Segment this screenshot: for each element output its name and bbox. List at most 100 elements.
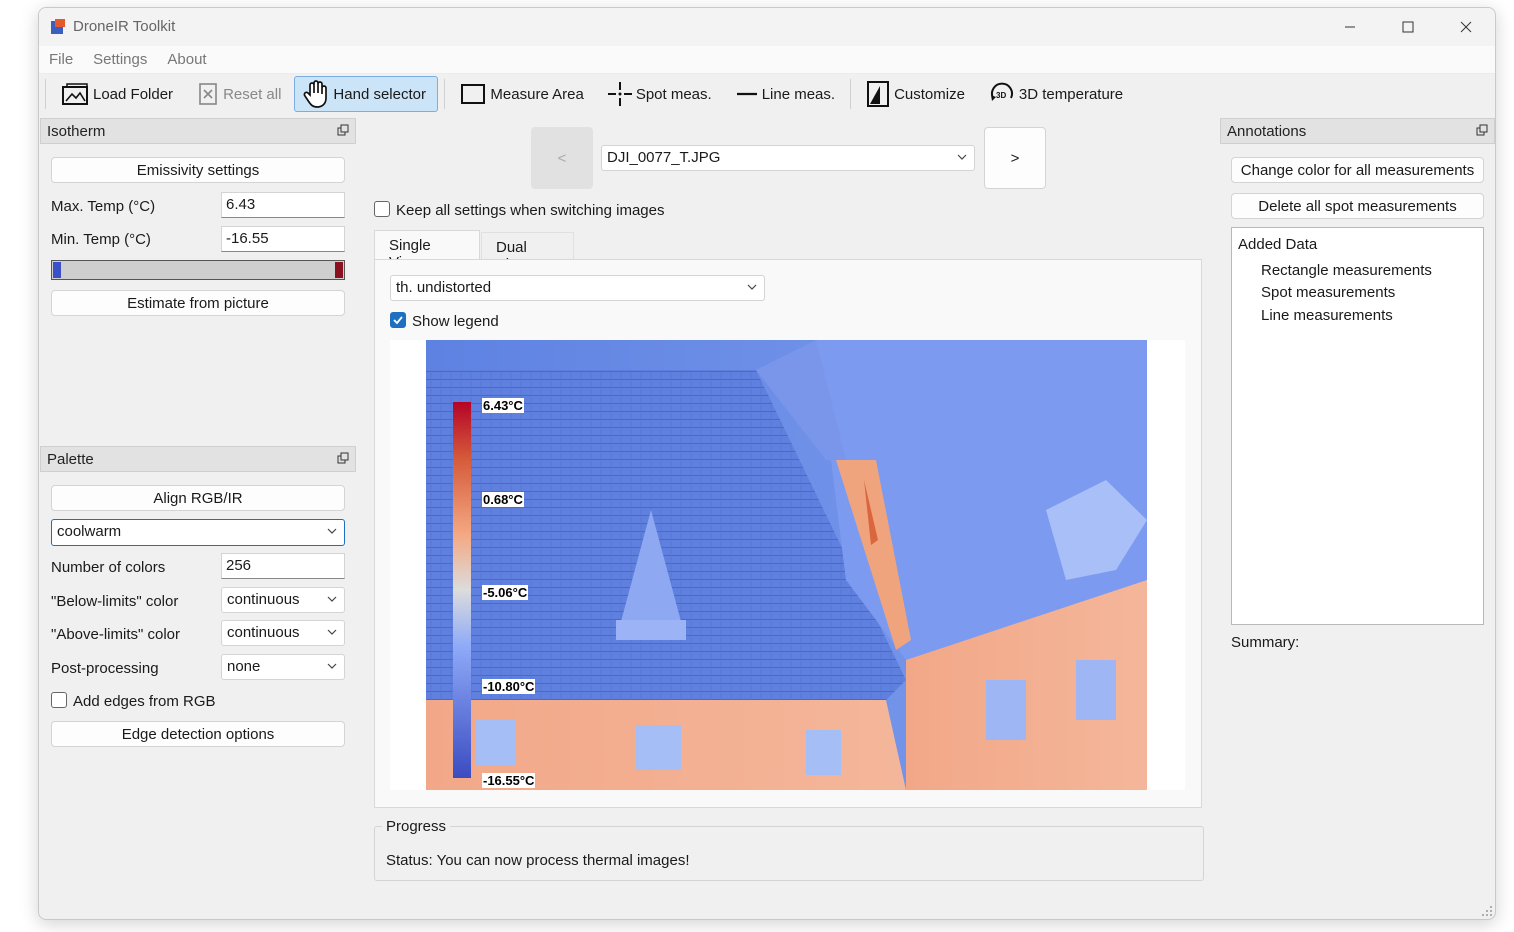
above-limits-label: "Above-limits" color (51, 626, 181, 643)
number-of-colors-input[interactable]: 256 (221, 553, 345, 579)
above-limits-value: continuous (227, 624, 300, 641)
delete-spots-button[interactable]: Delete all spot measurements (1231, 193, 1484, 219)
temp-3d-button[interactable]: 3D 3D temperature (980, 76, 1132, 112)
rotate-3d-icon: 3D (990, 82, 1013, 101)
max-slider-handle[interactable] (335, 262, 343, 278)
toolbar-grip (45, 79, 46, 109)
reset-all-button[interactable]: Reset all (188, 76, 290, 112)
change-color-button[interactable]: Change color for all measurements (1231, 157, 1484, 183)
annotations-dock-title[interactable]: Annotations (1220, 118, 1495, 144)
menu-settings[interactable]: Settings (93, 51, 147, 68)
isotherm-range-slider[interactable] (51, 260, 345, 280)
tab-single-view[interactable]: Single View (374, 230, 480, 271)
view-mode-value: th. undistorted (396, 279, 492, 296)
chevron-down-icon (327, 663, 337, 669)
palette-dock-title[interactable]: Palette (40, 446, 356, 472)
minimize-button[interactable] (1321, 8, 1379, 46)
summary-label: Summary: (1231, 634, 1300, 651)
view-mode-select[interactable]: th. undistorted (390, 275, 765, 301)
line-icon (736, 92, 757, 96)
image-viewer[interactable]: 6.43°C 0.68°C -5.06°C -10.80°C -16.55°C (390, 340, 1185, 790)
annotations-title: Annotations (1227, 123, 1307, 140)
keep-settings-checkbox[interactable] (374, 201, 390, 217)
tree-item-rectangle[interactable]: Rectangle measurements (1261, 262, 1432, 279)
load-folder-button[interactable]: Load Folder (52, 76, 182, 112)
toolbar-separator (444, 79, 446, 109)
reset-icon (199, 83, 217, 105)
previous-image-button[interactable]: < (531, 127, 593, 189)
customize-label: Customize (894, 85, 965, 103)
progress-title: Progress (382, 818, 451, 835)
add-edges-checkbox[interactable] (51, 692, 67, 708)
window-title: DroneIR Toolkit (73, 18, 176, 35)
app-window: DroneIR Toolkit File Settings About Load… (38, 7, 1496, 920)
chevron-down-icon (327, 528, 337, 534)
menu-file[interactable]: File (49, 51, 73, 68)
tab-dual-view[interactable]: Dual View (481, 232, 574, 273)
resize-grip-icon[interactable] (1481, 905, 1493, 917)
post-processing-value: none (227, 658, 261, 675)
float-dock-icon[interactable] (1476, 124, 1488, 136)
next-image-button[interactable]: > (984, 127, 1046, 189)
float-dock-icon[interactable] (337, 452, 349, 464)
legend-label: 0.68°C (482, 492, 524, 507)
close-button[interactable] (1437, 8, 1495, 46)
tree-item-line[interactable]: Line measurements (1261, 307, 1393, 324)
keep-settings-label: Keep all settings when switching images (396, 202, 665, 219)
image-file-select[interactable]: DJI_0077_T.JPG (601, 145, 975, 171)
below-limits-select[interactable]: continuous (221, 587, 345, 613)
palette-title: Palette (47, 451, 94, 468)
isotherm-dock-title[interactable]: Isotherm (40, 118, 356, 144)
temp-3d-label: 3D temperature (1018, 85, 1124, 103)
image-folder-icon (62, 83, 88, 105)
maximize-icon (1402, 21, 1414, 33)
edge-detection-options-button[interactable]: Edge detection options (51, 721, 345, 747)
add-edges-label: Add edges from RGB (73, 693, 216, 710)
align-rgb-ir-button[interactable]: Align RGB/IR (51, 485, 345, 511)
colormap-select[interactable]: coolwarm (51, 519, 345, 546)
minimize-icon (1345, 26, 1355, 28)
below-limits-label: "Below-limits" color (51, 593, 179, 610)
measure-area-button[interactable]: Measure Area (451, 76, 592, 112)
min-slider-handle[interactable] (53, 262, 61, 278)
hand-selector-button[interactable]: Hand selector (294, 76, 439, 112)
toolbar: Load Folder Reset all Hand selector Meas… (39, 74, 1495, 114)
legend-label-min: -16.55°C (482, 773, 536, 788)
line-meas-button[interactable]: Line meas. (727, 76, 844, 112)
chevron-down-icon (327, 596, 337, 602)
maximize-button[interactable] (1379, 8, 1437, 46)
menu-about[interactable]: About (167, 51, 206, 68)
isotherm-title: Isotherm (47, 123, 106, 140)
post-processing-select[interactable]: none (221, 654, 345, 680)
customize-button[interactable]: Customize (857, 76, 974, 112)
title-bar: DroneIR Toolkit (39, 8, 1495, 46)
tree-item-spot[interactable]: Spot measurements (1261, 284, 1395, 301)
thermal-image[interactable] (426, 340, 1147, 790)
chevron-down-icon (957, 154, 967, 160)
spot-meas-button[interactable]: Spot meas. (599, 76, 721, 112)
load-folder-label: Load Folder (93, 85, 174, 103)
chevron-down-icon (327, 629, 337, 635)
crosshair-icon (607, 82, 632, 106)
max-temp-input[interactable]: 6.43 (221, 192, 345, 218)
emissivity-settings-button[interactable]: Emissivity settings (51, 157, 345, 183)
annotations-tree[interactable]: Added Data Rectangle measurements Spot m… (1231, 227, 1484, 625)
reset-all-label: Reset all (223, 85, 282, 103)
show-legend-checkbox[interactable] (390, 312, 406, 328)
estimate-from-picture-button[interactable]: Estimate from picture (51, 290, 345, 316)
max-temp-label: Max. Temp (°C) (51, 198, 156, 215)
above-limits-select[interactable]: continuous (221, 620, 345, 646)
legend-label-max: 6.43°C (482, 398, 524, 413)
tree-root-added-data[interactable]: Added Data (1238, 236, 1317, 253)
legend-label: -5.06°C (482, 585, 529, 600)
status-text: Status: You can now process thermal imag… (386, 852, 690, 869)
chevron-down-icon (747, 284, 757, 290)
colormap-value: coolwarm (57, 523, 122, 540)
hand-icon (304, 80, 328, 108)
toolbar-separator (850, 79, 852, 109)
customize-icon (867, 81, 890, 107)
float-dock-icon[interactable] (337, 124, 349, 136)
min-temp-input[interactable]: -16.55 (221, 226, 345, 252)
min-temp-label: Min. Temp (°C) (51, 231, 151, 248)
menu-bar: File Settings About (39, 46, 1495, 74)
